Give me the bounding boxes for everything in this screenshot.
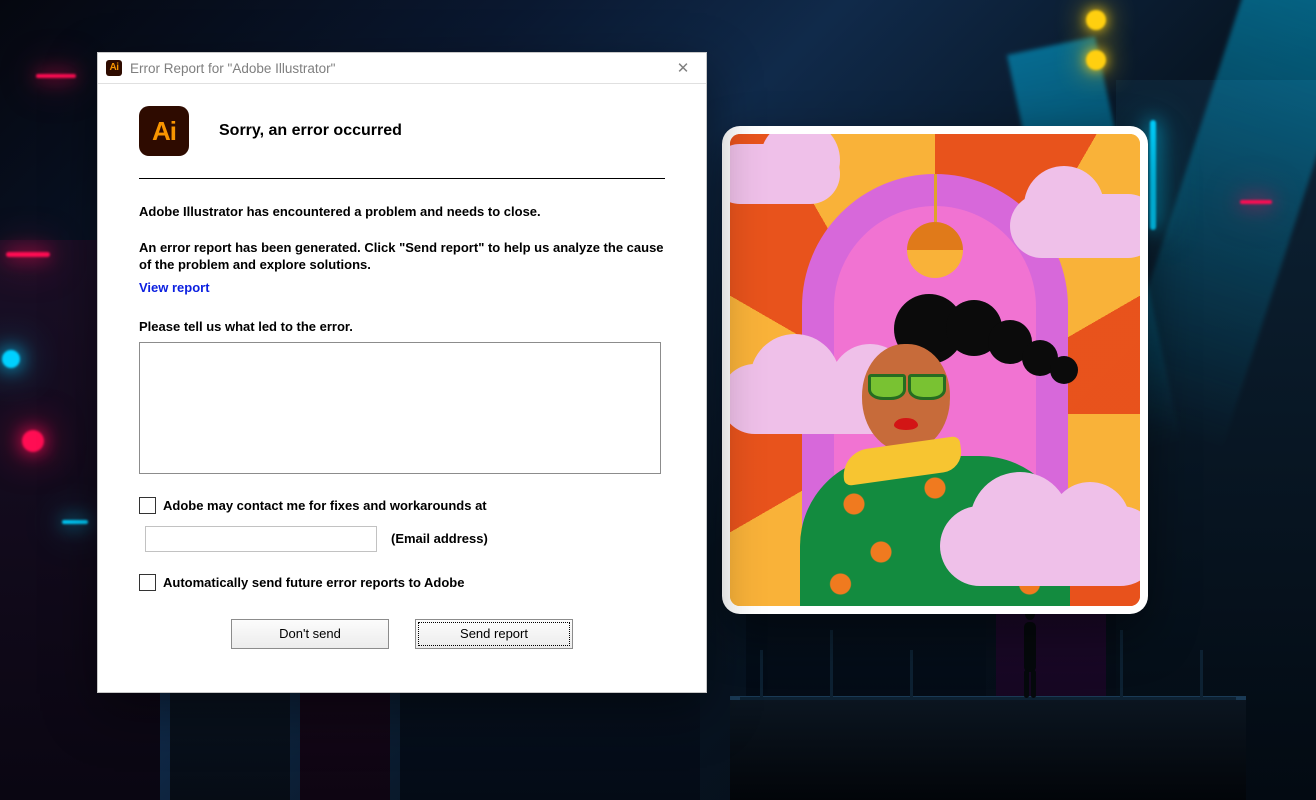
artwork-cloud: [730, 144, 840, 204]
bg-neon: [1150, 120, 1156, 230]
error-report-dialog: Ai Error Report for "Adobe Illustrator" …: [97, 52, 707, 693]
artwork-cloud: [1010, 194, 1140, 258]
artwork-hair: [1050, 356, 1078, 384]
illustrator-app-icon-large: Ai: [139, 106, 189, 156]
error-message-1: Adobe Illustrator has encountered a prob…: [139, 203, 665, 221]
splash-artwork: [730, 134, 1140, 606]
illustrator-splash-card: [722, 126, 1148, 614]
artwork-cloud: [940, 506, 1140, 586]
email-hint: (Email address): [391, 531, 488, 546]
contact-me-row[interactable]: Adobe may contact me for fixes and worka…: [139, 497, 665, 514]
send-report-button[interactable]: Send report: [415, 619, 573, 649]
auto-send-row[interactable]: Automatically send future error reports …: [139, 574, 665, 591]
bg-neon: [62, 520, 88, 524]
illustrator-app-icon: Ai: [106, 60, 122, 76]
describe-textarea[interactable]: [139, 342, 661, 474]
bg-neon: [6, 252, 50, 257]
bg-neon: [1086, 10, 1106, 30]
bg-railing: [740, 697, 1236, 700]
describe-label: Please tell us what led to the error.: [139, 319, 665, 334]
desktop-wallpaper: Ai Error Report for "Adobe Illustrator" …: [0, 0, 1316, 800]
dialog-heading: Sorry, an error occurred: [219, 122, 402, 140]
view-report-link[interactable]: View report: [139, 280, 210, 295]
bg-neon: [36, 74, 76, 78]
bg-railing: [760, 650, 763, 700]
bg-neon: [1240, 200, 1272, 204]
bg-platform: [730, 696, 1246, 800]
contact-me-checkbox[interactable]: [139, 497, 156, 514]
email-field[interactable]: [145, 526, 377, 552]
bg-railing: [830, 630, 833, 700]
close-button[interactable]: ✕: [660, 53, 706, 83]
bg-neon: [22, 430, 44, 452]
contact-me-label: Adobe may contact me for fixes and worka…: [163, 498, 487, 513]
dont-send-button[interactable]: Don't send: [231, 619, 389, 649]
close-icon: ✕: [677, 59, 690, 77]
bg-railing: [1120, 630, 1123, 700]
dialog-body: Ai Sorry, an error occurred Adobe Illust…: [98, 84, 706, 667]
dialog-title: Error Report for "Adobe Illustrator": [130, 61, 335, 76]
auto-send-label: Automatically send future error reports …: [163, 575, 464, 590]
auto-send-checkbox[interactable]: [139, 574, 156, 591]
bg-neon: [2, 350, 20, 368]
dialog-titlebar[interactable]: Ai Error Report for "Adobe Illustrator" …: [98, 53, 706, 84]
error-message-2: An error report has been generated. Clic…: [139, 239, 665, 274]
bg-railing: [910, 650, 913, 700]
bg-neon: [1086, 50, 1106, 70]
artwork-lamp: [907, 174, 963, 278]
bg-person-silhouette: [1010, 600, 1050, 700]
bg-railing: [1200, 650, 1203, 700]
